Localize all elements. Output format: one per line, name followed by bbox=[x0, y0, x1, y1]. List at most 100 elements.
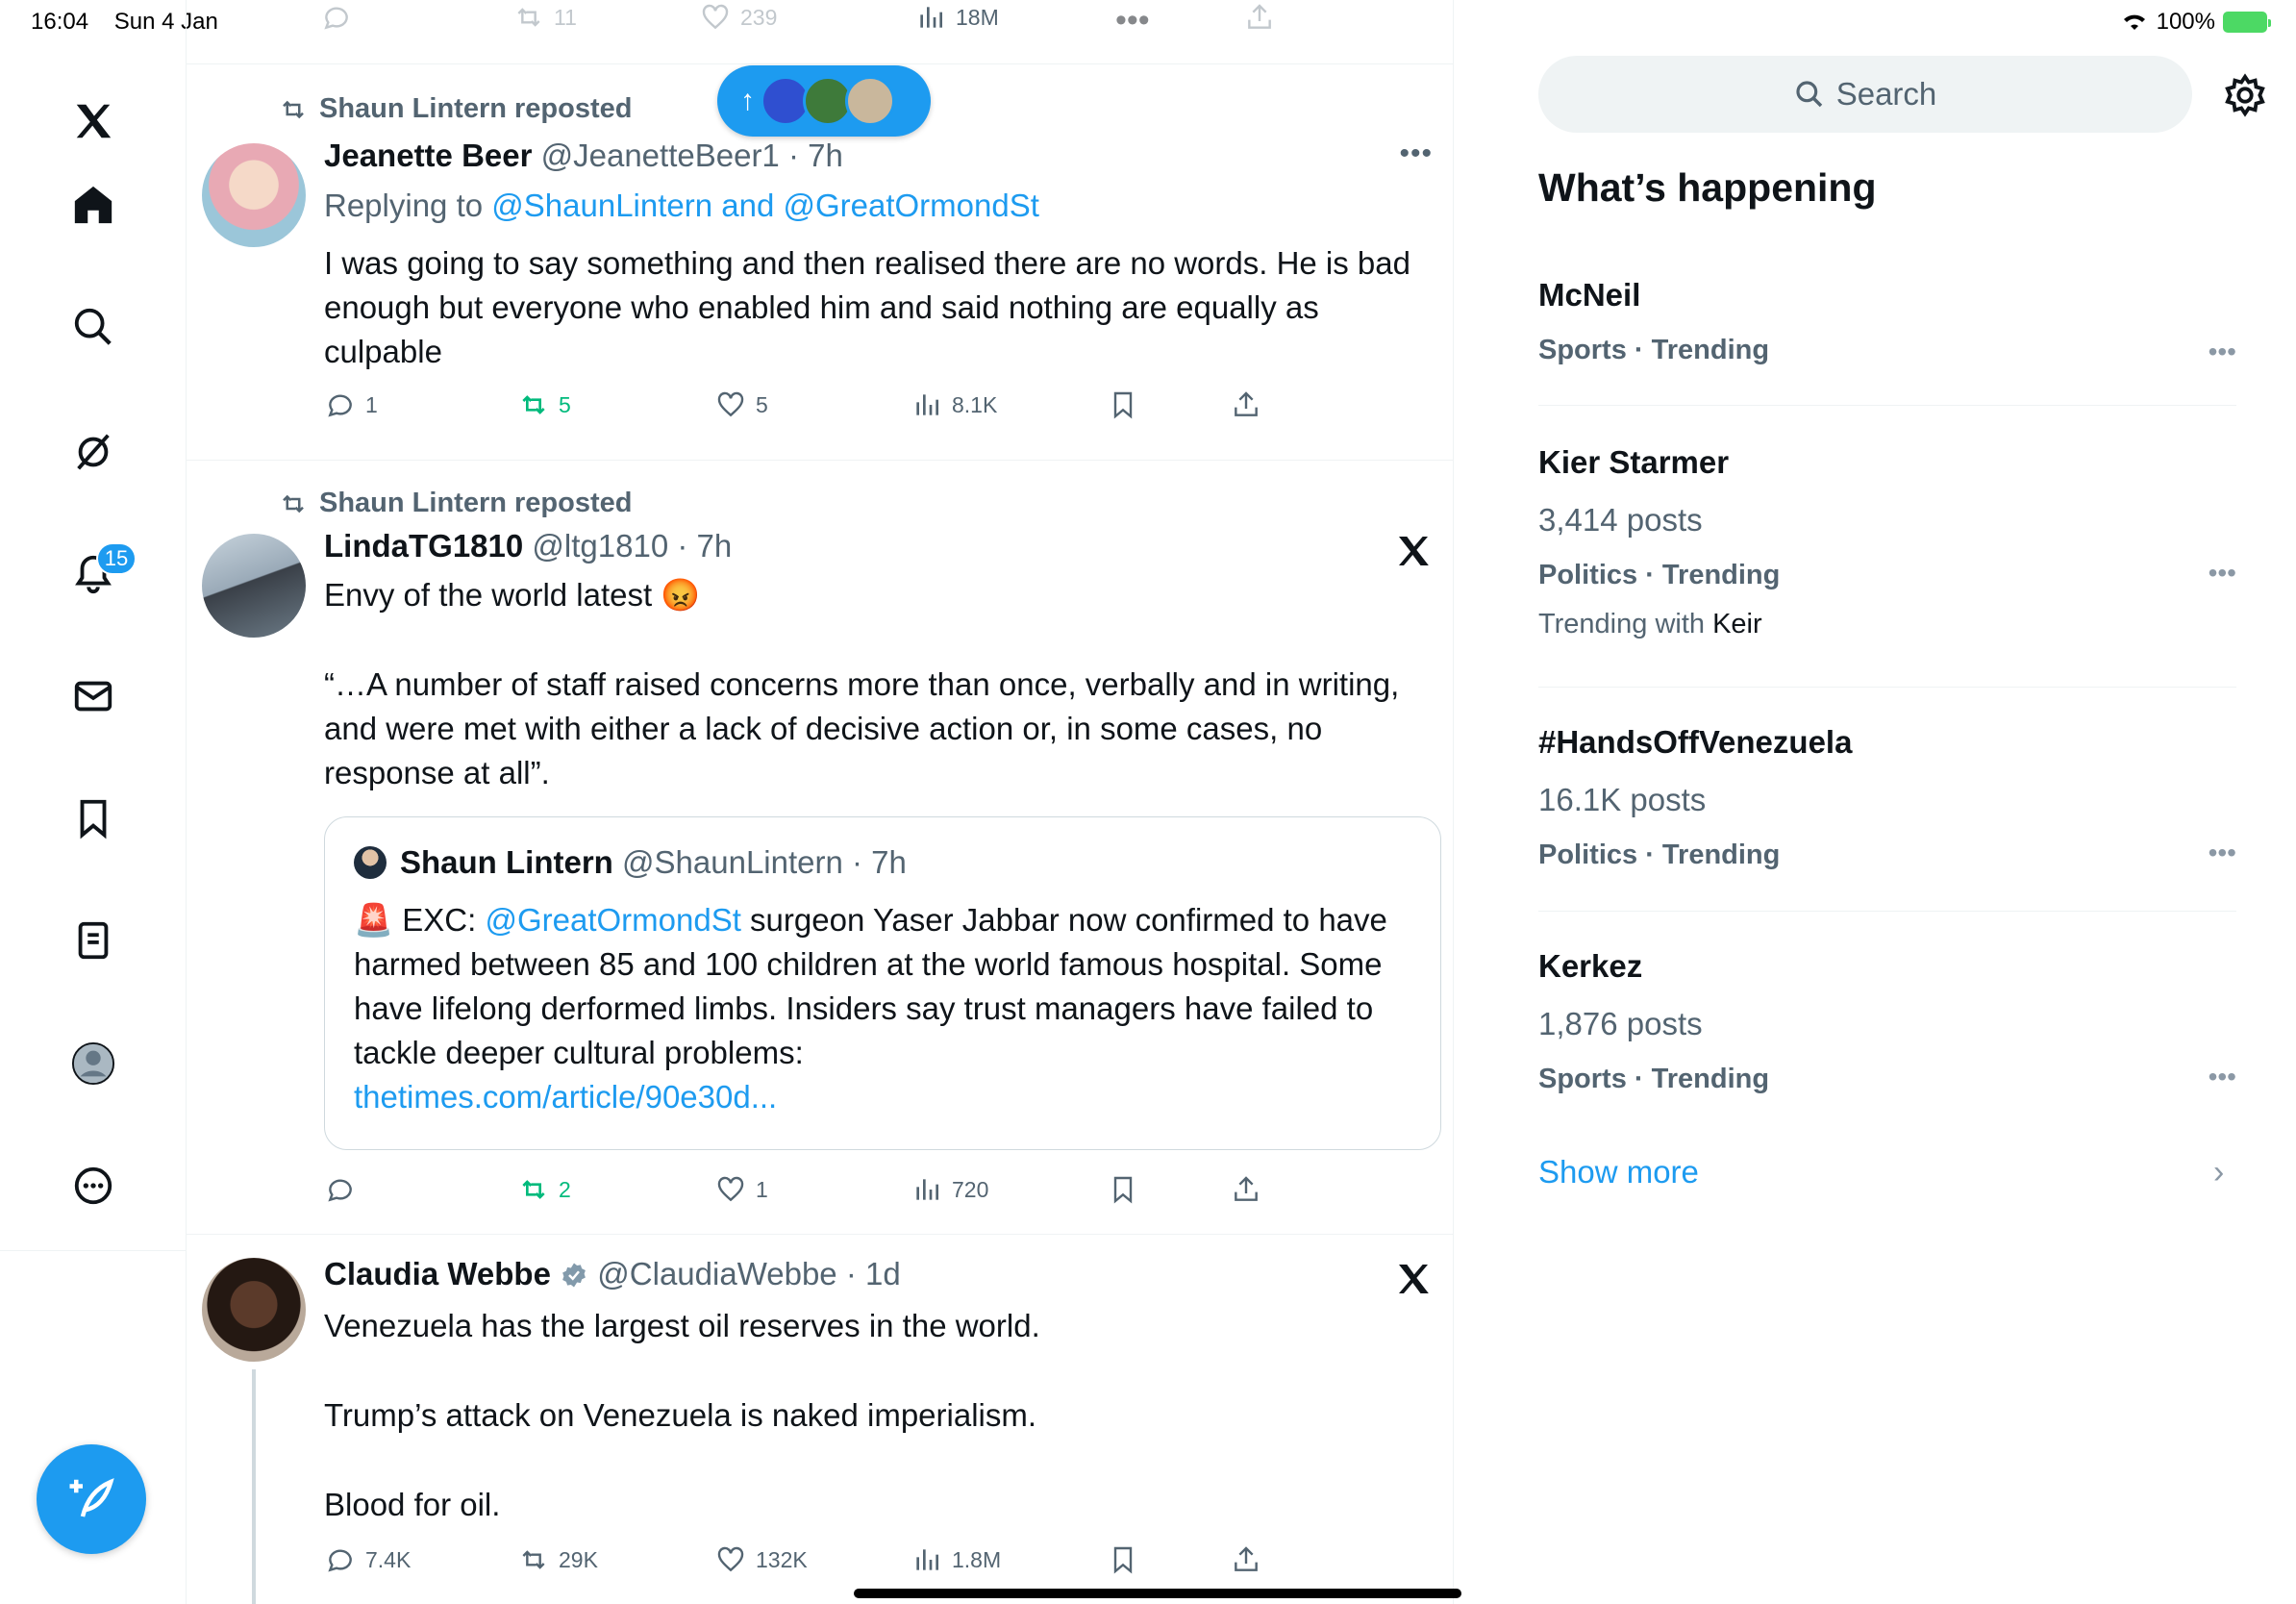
more-dots-overlay[interactable]: ••• bbox=[1115, 2, 1150, 39]
repost-indicator: Shaun Lintern reposted bbox=[279, 93, 632, 125]
views-button[interactable]: 720 bbox=[911, 1174, 988, 1205]
quote-author-name: Shaun Lintern bbox=[400, 844, 613, 880]
timeline-feed[interactable]: 11 239 18M ••• ↑ Shaun Lintern reposted … bbox=[187, 0, 1454, 1604]
nav-lists[interactable] bbox=[55, 902, 132, 979]
nav-grok[interactable] bbox=[55, 414, 132, 490]
bookmark-icon bbox=[1113, 1176, 1133, 1204]
views-button[interactable]: 8.1K bbox=[911, 389, 997, 420]
views-button[interactable]: 18M bbox=[915, 2, 999, 33]
share-button[interactable] bbox=[1231, 1174, 1261, 1205]
share-button[interactable] bbox=[1231, 389, 1261, 420]
repost-button[interactable]: 29K bbox=[518, 1544, 598, 1575]
tweet[interactable]: Shaun Lintern reposted Jeanette Beer @Je… bbox=[187, 64, 1453, 461]
search-input[interactable]: Search bbox=[1538, 56, 2192, 133]
author-name[interactable]: Jeanette Beer bbox=[324, 138, 532, 173]
trending-with-name[interactable]: Keir bbox=[1712, 609, 1762, 639]
like-button[interactable]: 5 bbox=[715, 389, 768, 420]
post-time[interactable]: · 1d bbox=[846, 1256, 901, 1291]
replying-to-label: Replying to bbox=[324, 188, 492, 223]
nav-profile[interactable] bbox=[55, 1025, 132, 1102]
tweet[interactable]: Claudia Webbe @ClaudiaWebbe · 1d Venezue… bbox=[187, 1235, 1453, 1604]
trend-category: Sports · Trending bbox=[1538, 335, 1770, 365]
bookmark-button[interactable] bbox=[1108, 1174, 1138, 1205]
reply-count: 7.4K bbox=[365, 1546, 412, 1572]
x-logo-icon[interactable] bbox=[1394, 532, 1433, 570]
share-icon bbox=[1235, 1176, 1258, 1201]
like-button[interactable]: 239 bbox=[700, 2, 777, 33]
trend-item[interactable]: Kerkez 1,876 posts Sports · Trending ••• bbox=[1538, 948, 2236, 1102]
trend-category: Politics · Trending bbox=[1538, 840, 1781, 870]
repost-button[interactable]: 5 bbox=[518, 389, 571, 420]
tweet-text-quote: “…A number of staff raised concerns more… bbox=[324, 666, 1400, 790]
heart-icon bbox=[717, 1546, 744, 1572]
trend-more-icon[interactable]: ••• bbox=[2209, 337, 2236, 367]
replying-to-mentions[interactable]: @ShaunLintern and @GreatOrmondSt bbox=[491, 188, 1039, 223]
share-button[interactable] bbox=[1231, 1544, 1261, 1575]
reply-button[interactable]: 1 bbox=[325, 389, 378, 420]
nav-messages[interactable] bbox=[55, 658, 132, 735]
nav-explore[interactable] bbox=[55, 288, 132, 365]
share-icon bbox=[1248, 4, 1271, 29]
nav-bookmarks[interactable] bbox=[55, 780, 132, 857]
author-handle[interactable]: @JeanetteBeer1 bbox=[541, 138, 780, 173]
avatar[interactable] bbox=[202, 1258, 306, 1362]
bookmark-button[interactable] bbox=[1108, 389, 1138, 420]
repost-icon bbox=[517, 8, 540, 27]
repost-icon bbox=[283, 494, 304, 513]
author-name[interactable]: LindaTG1810 bbox=[324, 528, 523, 564]
x-logo-home-link[interactable] bbox=[55, 83, 132, 160]
search-placeholder: Search bbox=[1835, 76, 1937, 112]
trend-item[interactable]: #HandsOffVenezuela 16.1K posts Politics … bbox=[1538, 724, 2236, 912]
trend-post-count: 1,876 posts bbox=[1538, 1006, 1703, 1041]
tweet[interactable]: Shaun Lintern reposted LindaTG1810 @ltg1… bbox=[187, 461, 1453, 1235]
like-count: 1 bbox=[756, 1176, 768, 1202]
trend-item[interactable]: McNeil Sports · Trending ••• bbox=[1538, 277, 2236, 406]
views-count: 18M bbox=[956, 4, 999, 30]
repost-button[interactable]: 2 bbox=[518, 1174, 571, 1205]
repost-button[interactable]: 11 bbox=[513, 2, 577, 33]
home-indicator[interactable] bbox=[854, 1589, 1461, 1598]
trend-item[interactable]: Kier Starmer 3,414 posts Politics · Tren… bbox=[1538, 444, 2236, 688]
nav-more[interactable] bbox=[55, 1147, 132, 1224]
like-button[interactable]: 1 bbox=[715, 1174, 768, 1205]
reply-icon bbox=[328, 394, 352, 417]
views-count: 720 bbox=[952, 1176, 989, 1202]
like-button[interactable]: 132K bbox=[715, 1544, 808, 1575]
gear-icon[interactable] bbox=[2223, 73, 2267, 117]
reply-button[interactable] bbox=[325, 1174, 365, 1205]
x-logo-icon[interactable] bbox=[1394, 1260, 1433, 1298]
bookmark-button[interactable] bbox=[1108, 1544, 1138, 1575]
tweet-text-p1: Venezuela has the largest oil reserves i… bbox=[324, 1308, 1040, 1343]
list-icon bbox=[78, 921, 109, 960]
share-icon bbox=[1235, 1546, 1258, 1571]
trend-more-icon[interactable]: ••• bbox=[2209, 838, 2236, 868]
avatar[interactable] bbox=[202, 534, 306, 638]
reply-button[interactable]: 7.4K bbox=[325, 1544, 411, 1575]
views-button[interactable]: 1.8M bbox=[911, 1544, 1001, 1575]
views-chart-icon bbox=[916, 1549, 938, 1570]
compose-post-button[interactable] bbox=[37, 1444, 146, 1554]
trending-with-label: Trending with bbox=[1538, 609, 1713, 639]
show-more-link[interactable]: Show more bbox=[1538, 1154, 1699, 1190]
bookmark-icon bbox=[1113, 391, 1133, 419]
nav-home[interactable] bbox=[55, 166, 132, 243]
trend-more-icon[interactable]: ••• bbox=[2209, 558, 2236, 589]
post-time[interactable]: · 7h bbox=[788, 138, 843, 173]
feather-plus-icon bbox=[69, 1478, 114, 1517]
trend-more-icon[interactable]: ••• bbox=[2209, 1062, 2236, 1092]
quoted-tweet[interactable]: Shaun Lintern @ShaunLintern · 7h 🚨 EXC: … bbox=[324, 816, 1441, 1150]
author-handle[interactable]: @ltg1810 bbox=[532, 528, 668, 564]
more-options-icon[interactable]: ••• bbox=[1399, 138, 1433, 170]
tweet-text-p3: Blood for oil. bbox=[324, 1487, 501, 1522]
chevron-right-icon[interactable]: › bbox=[2213, 1154, 2224, 1191]
quote-mention[interactable]: @GreatOrmondSt bbox=[485, 902, 740, 938]
quote-link[interactable]: thetimes.com/article/90e30d... bbox=[354, 1079, 777, 1115]
post-time[interactable]: · 7h bbox=[677, 528, 732, 564]
more-circle-icon bbox=[74, 1166, 112, 1205]
reply-button[interactable] bbox=[321, 2, 352, 33]
share-button[interactable] bbox=[1244, 2, 1275, 33]
avatar[interactable] bbox=[202, 143, 306, 247]
author-name[interactable]: Claudia Webbe bbox=[324, 1256, 551, 1291]
author-handle[interactable]: @ClaudiaWebbe bbox=[597, 1256, 836, 1291]
nav-divider bbox=[0, 1250, 187, 1251]
